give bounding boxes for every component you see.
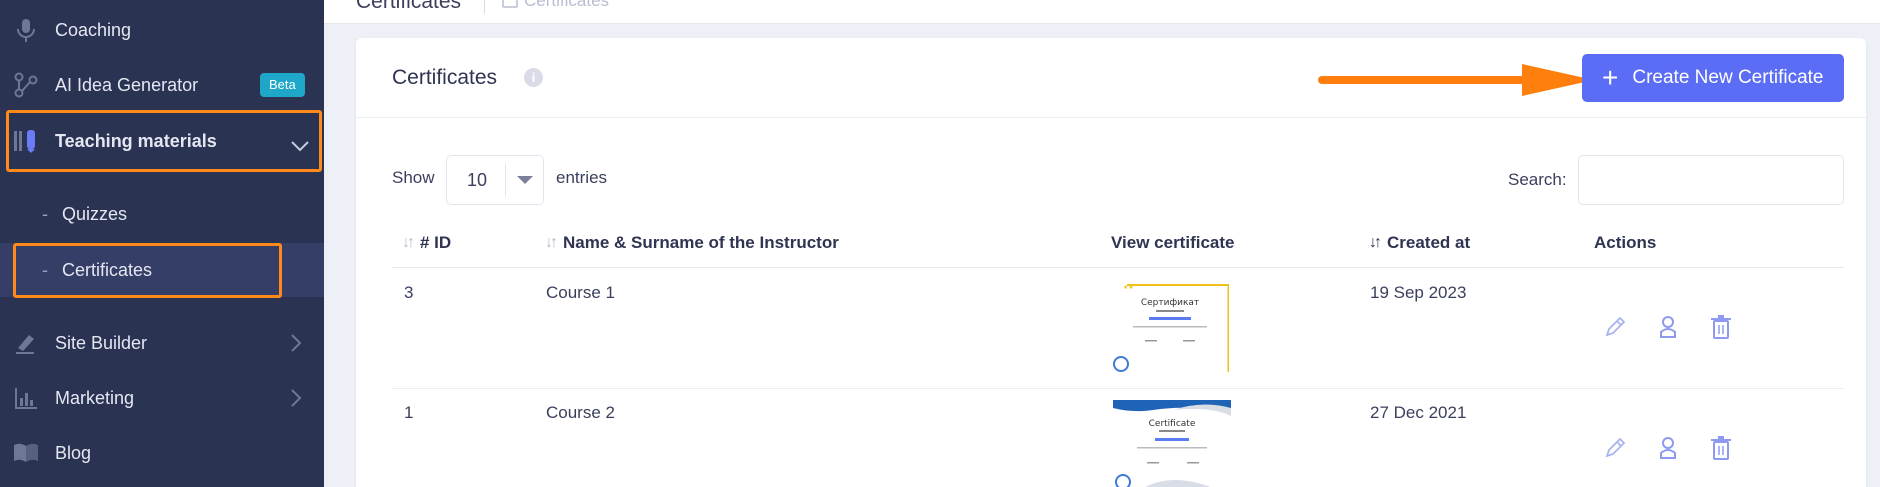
beta-badge: Beta (260, 73, 305, 97)
card-title: Certificates (392, 66, 498, 89)
page-title: Certificates (356, 0, 462, 13)
certificate-thumbnail[interactable]: ★★ Сертификат (1111, 284, 1229, 372)
create-button-label: Create New Certificate (1632, 67, 1824, 88)
book-pencil-icon (12, 127, 40, 155)
column-header-actions: Actions (1594, 233, 1656, 253)
cell-created-at: 19 Sep 2023 (1370, 283, 1467, 302)
breadcrumb[interactable]: Certificates (502, 0, 609, 11)
sidebar-item-marketing[interactable]: Marketing (0, 371, 324, 425)
sidebar-item-label: Marketing (55, 387, 135, 408)
ai-nodes-icon (12, 71, 40, 99)
certificate-thumbnail[interactable]: Certificate (1113, 400, 1231, 487)
cell-created-at: 27 Dec 2021 (1370, 403, 1467, 422)
chevron-right-icon (290, 333, 310, 353)
column-header-label: # ID (420, 233, 452, 252)
breadcrumb-label: Certificates (524, 0, 610, 10)
column-header-created-at[interactable]: ↓↑ Created at (1369, 233, 1470, 253)
thumbnail-heading: Сертификат (1141, 298, 1199, 308)
top-bar: Certificates Certificates (324, 0, 1880, 24)
annotation-arrow (1318, 64, 1594, 96)
sidebar-item-label: Blog (55, 442, 92, 463)
sidebar-item-ai-idea-generator[interactable]: AI Idea Generator Beta (0, 58, 324, 112)
sidebar-item-blog[interactable]: Blog (0, 426, 324, 480)
page-size-value: 10 (467, 170, 488, 190)
edit-pencil-icon[interactable] (1602, 435, 1628, 461)
show-label: Show (392, 168, 435, 187)
dash-marker: - (42, 259, 48, 280)
column-header-id[interactable]: ↓↑ # ID (402, 233, 451, 253)
sidebar-subitem-certificates[interactable]: - Certificates (0, 243, 324, 297)
trash-icon[interactable] (1708, 435, 1734, 461)
select-divider (505, 164, 506, 196)
caret-down-icon (517, 176, 533, 184)
entries-label: entries (556, 168, 608, 187)
sidebar-item-teaching-materials[interactable]: Teaching materials (0, 114, 324, 168)
sidebar-item-label: Site Builder (55, 332, 148, 353)
thumbnail-heading: Certificate (1149, 419, 1196, 429)
page-size-select[interactable]: 10 (446, 155, 544, 205)
svg-text:★★: ★★ (1123, 284, 1134, 291)
search-label: Search: (1508, 170, 1567, 189)
search-input[interactable] (1578, 155, 1844, 205)
open-book-icon (12, 439, 40, 467)
plus-icon: + (1602, 62, 1619, 93)
cell-name: Course 2 (546, 403, 615, 422)
user-icon[interactable] (1655, 435, 1681, 461)
column-header-label: Name & Surname of the Instructor (563, 233, 839, 252)
column-header-label: Created at (1387, 233, 1471, 252)
column-header-label: View certificate (1111, 233, 1235, 252)
sort-icon: ↓↑ (402, 234, 415, 251)
card-header: Certificates i + Create New Certificate (356, 38, 1866, 118)
sidebar-subitem-quizzes[interactable]: - Quizzes (0, 187, 324, 241)
microphone-icon (12, 16, 40, 44)
cell-id: 3 (404, 283, 414, 302)
edit-pencil-icon[interactable] (1602, 314, 1628, 340)
certificate-icon (502, 0, 518, 8)
sidebar-item-coaching[interactable]: Coaching (0, 3, 324, 57)
column-header-label: Actions (1594, 233, 1657, 252)
chevron-right-icon (290, 388, 310, 408)
sidebar: Coaching AI Idea Generator Beta Teaching… (0, 0, 324, 487)
header-divider (392, 267, 1844, 268)
trash-icon[interactable] (1708, 314, 1734, 340)
sort-icon: ↓↑ (545, 234, 558, 251)
certificates-card: Certificates i + Create New Certificate … (356, 38, 1866, 487)
create-new-certificate-button[interactable]: + Create New Certificate (1582, 54, 1844, 102)
chevron-down-icon (290, 136, 310, 156)
sidebar-item-site-builder[interactable]: Site Builder (0, 316, 324, 370)
sidebar-item-label: Teaching materials (55, 130, 217, 151)
user-icon[interactable] (1655, 314, 1681, 340)
sidebar-subitem-label: Certificates (62, 259, 153, 280)
sidebar-item-label: AI Idea Generator (55, 74, 199, 95)
cell-id: 1 (404, 403, 414, 422)
brush-icon (12, 329, 40, 357)
info-icon[interactable]: i (524, 68, 543, 87)
bar-chart-icon (12, 384, 40, 412)
sort-desc-icon: ↓↑ (1369, 234, 1382, 251)
column-header-name[interactable]: ↓↑ Name & Surname of the Instructor (545, 233, 839, 253)
divider (484, 0, 485, 14)
column-header-view-certificate: View certificate (1111, 233, 1234, 253)
sidebar-subitem-label: Quizzes (62, 203, 128, 224)
row-divider (392, 388, 1844, 389)
cell-name: Course 1 (546, 283, 615, 302)
dash-marker: - (42, 203, 48, 224)
sidebar-item-label: Coaching (55, 19, 132, 40)
